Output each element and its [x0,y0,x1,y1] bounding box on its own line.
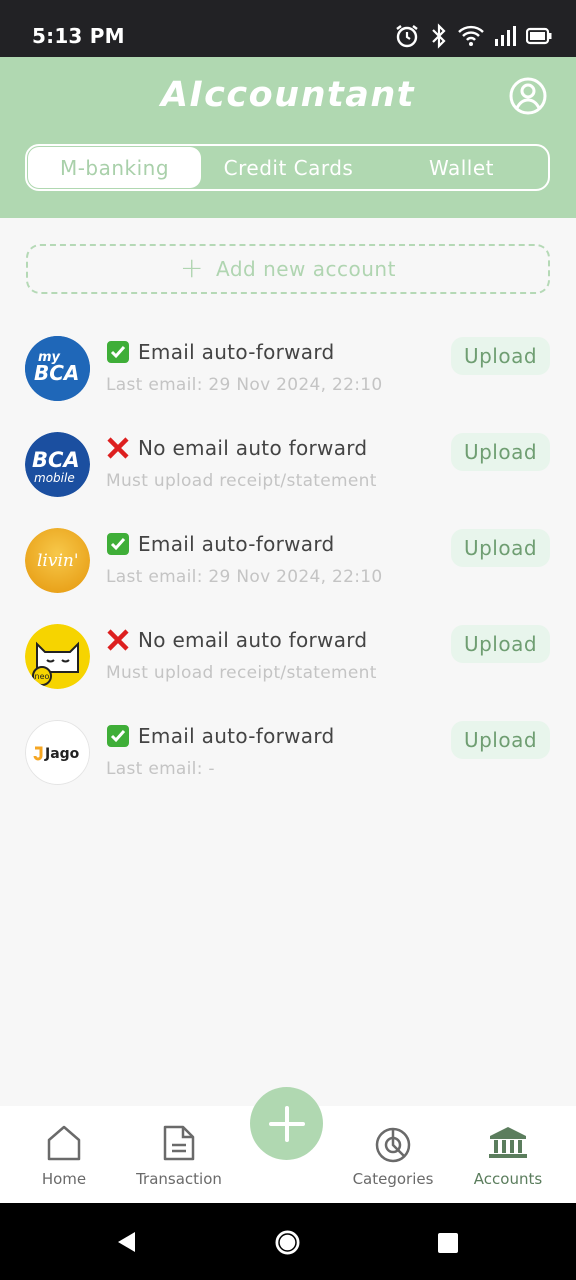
plus-icon [268,1105,305,1142]
mybca-logo: my BCA [25,336,90,401]
recents-icon[interactable] [437,1232,459,1254]
account-subtext: Last email: 29 Nov 2024, 22:10 [106,567,383,587]
home-icon [47,1125,81,1161]
check-icon [106,724,130,748]
account-status: No email auto forward [138,628,368,652]
mybca-logo-text: BCA [34,361,79,385]
nav-categories-label: Categories [352,1170,434,1188]
bca-mobile-logo: BCA mobile [25,432,90,497]
alarm-icon [394,23,420,49]
account-status: Email auto-forward [138,340,335,364]
bank-icon [489,1127,527,1158]
add-transaction-fab[interactable] [250,1087,323,1160]
tab-wallet[interactable]: Wallet [375,146,548,189]
back-icon[interactable] [115,1230,137,1254]
pie-chart-icon [375,1127,411,1163]
account-status: Email auto-forward [138,532,335,556]
neo-logo-text: neo [35,672,50,681]
app-title: AIccountant [161,75,415,115]
account-subtext: Must upload receipt/statement [106,471,377,491]
profile-button[interactable] [508,76,548,116]
tab-credit-cards[interactable]: Credit Cards [202,146,375,189]
nav-accounts[interactable]: Accounts [468,1106,548,1203]
account-status: Email auto-forward [138,724,335,748]
account-status: No email auto forward [138,436,368,460]
nav-home[interactable]: Home [24,1106,104,1203]
account-subtext: Last email: - [106,759,215,779]
nav-home-label: Home [41,1170,87,1188]
neo-logo: neo [25,624,90,689]
bluetooth-icon [430,23,448,49]
app-header: AIccountant M-banking Credit Cards Walle… [0,57,576,218]
check-icon [106,340,130,364]
account-subtext: Must upload receipt/statement [106,663,377,683]
cross-icon [106,436,130,460]
account-item[interactable]: my BCA Email auto-forward Last email: 29… [0,336,576,432]
account-item[interactable]: Jago Email auto-forward Last email: - Up… [0,720,576,816]
account-type-tabs: M-banking Credit Cards Wallet [25,144,550,191]
jago-logo-text: Jago [44,746,80,762]
upload-button[interactable]: Upload [451,721,550,759]
status-time: 5:13 PM [32,24,125,48]
livin-logo-text: livin' [37,551,79,571]
status-icons [394,22,552,50]
check-icon [106,532,130,556]
nav-accounts-label: Accounts [473,1170,543,1188]
status-bar: 5:13 PM [0,0,576,57]
cross-icon [106,628,130,652]
account-item[interactable]: neo No email auto forward Must upload re… [0,624,576,720]
add-new-account-button[interactable]: + Add new account [26,244,550,294]
account-list: my BCA Email auto-forward Last email: 29… [0,336,576,816]
account-subtext: Last email: 29 Nov 2024, 22:10 [106,375,383,395]
profile-icon [509,77,547,115]
home-circle-icon[interactable] [274,1229,301,1256]
nav-transaction-label: Transaction [136,1170,222,1188]
nav-categories[interactable]: Categories [343,1106,443,1203]
upload-button[interactable]: Upload [451,337,550,375]
jago-logo: Jago [25,720,90,785]
signal-icon [494,25,516,47]
wifi-icon [458,25,484,47]
livin-logo: livin' [25,528,90,593]
battery-icon [526,26,552,46]
tab-m-banking[interactable]: M-banking [28,147,201,188]
upload-button[interactable]: Upload [451,433,550,471]
account-item[interactable]: BCA mobile No email auto forward Must up… [0,432,576,528]
upload-button[interactable]: Upload [451,625,550,663]
document-icon [163,1125,195,1161]
account-item[interactable]: livin' Email auto-forward Last email: 29… [0,528,576,624]
bca-mobile-logo-subtext: mobile [34,471,75,485]
system-navigation-bar [0,1203,576,1280]
plus-icon: + [180,250,204,284]
add-account-label: Add new account [216,257,396,281]
upload-button[interactable]: Upload [451,529,550,567]
nav-transaction[interactable]: Transaction [129,1106,229,1203]
bca-mobile-logo-text: BCA [32,448,80,472]
